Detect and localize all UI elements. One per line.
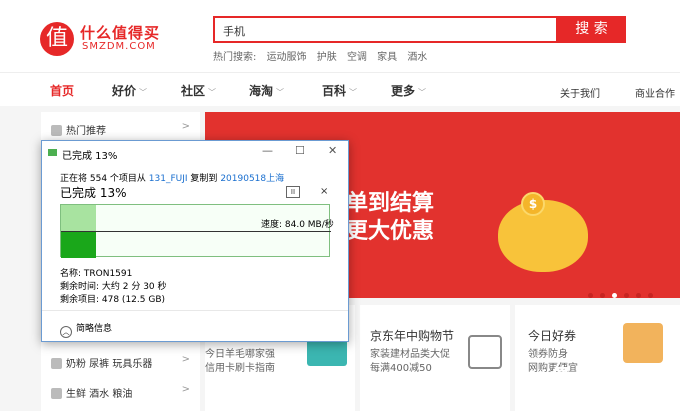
chevron-down-icon: ﹀	[418, 88, 427, 97]
category-icon	[51, 125, 62, 136]
time-remaining: 剩余时间: 大约 2 分 30 秒	[60, 282, 167, 292]
source-folder-link[interactable]: 131_FUJI	[149, 174, 188, 184]
hot-search-item[interactable]: 运动服饰	[267, 52, 307, 63]
brand-name[interactable]: 什么值得买	[80, 22, 160, 43]
hot-search-item[interactable]: 家具	[377, 52, 397, 63]
file-name: 名称: TRON1591	[60, 269, 133, 279]
watermark-text: 值 什么值得买	[552, 365, 660, 385]
nav-business[interactable]: 商业合作	[635, 85, 675, 100]
chevron-right-icon: >	[181, 121, 190, 132]
sink-icon	[468, 335, 502, 369]
chevron-down-icon: ﹀	[208, 88, 217, 97]
less-details-button[interactable]: ︿ 简略信息	[60, 321, 112, 338]
search-button[interactable]: 搜 索	[557, 16, 626, 43]
chevron-down-icon: ﹀	[349, 88, 358, 97]
chevron-right-icon: >	[181, 384, 190, 395]
chevron-down-icon: ﹀	[139, 88, 148, 97]
category-icon	[51, 358, 62, 369]
nav-item-community[interactable]: 社区 ﹀	[181, 82, 216, 99]
dest-folder-link[interactable]: 20190518上海	[220, 174, 284, 184]
chevron-down-icon: ﹀	[276, 88, 285, 97]
sidebar-item-hot[interactable]: 热门推荐 >	[41, 116, 200, 142]
divider	[42, 310, 348, 311]
card-line: 信用卡刷卡指南	[205, 363, 275, 374]
brand-domain: SMZDM.COM	[82, 41, 156, 52]
card-line: 每满400减50	[370, 363, 432, 374]
sidebar-item-baby[interactable]: 奶粉 尿裤 玩具乐器 >	[41, 349, 200, 375]
card-line: 家装建材品类大促	[370, 349, 450, 360]
carousel-dot[interactable]	[624, 293, 629, 298]
speed-readout: 速度: 84.0 MB/秒	[261, 220, 334, 230]
banner-headline: 单到结算 更大优惠	[346, 191, 435, 244]
progress-label: 已完成 13%	[60, 186, 127, 200]
items-remaining: 剩余项目: 478 (12.5 GB)	[60, 295, 166, 305]
site-header: 值 什么值得买 SMZDM.COM 手机 搜 索 热门搜索: 运动服饰 护肤 空…	[0, 0, 680, 72]
nav-about[interactable]: 关于我们	[560, 85, 600, 100]
nav-item-more[interactable]: 更多 ﹀	[391, 82, 426, 99]
category-icon	[51, 388, 62, 399]
hot-search-item[interactable]: 空调	[347, 52, 367, 63]
copy-summary: 正在将 554 个项目从 131_FUJI 复制到 20190518上海	[60, 174, 285, 184]
speed-line	[61, 231, 331, 232]
carousel-dot[interactable]	[648, 293, 653, 298]
transfer-speed-graph: 速度: 84.0 MB/秒	[60, 204, 334, 258]
hot-search-label: 热门搜索:	[213, 52, 257, 63]
nav-item-deals[interactable]: 好价 ﹀	[112, 82, 147, 99]
folder-icon	[48, 149, 57, 156]
hot-search-list: 热门搜索: 运动服饰 护肤 空调 家具 酒水	[213, 48, 434, 63]
piggy-bank-icon	[498, 200, 588, 272]
close-button[interactable]: ✕	[328, 144, 337, 157]
coin-icon: $	[521, 192, 545, 216]
carousel-dot[interactable]	[588, 293, 593, 298]
cancel-button[interactable]: ×	[320, 186, 328, 197]
watermark-domain: SMZDM.COM	[594, 387, 672, 401]
sidebar-item-food[interactable]: 生鲜 酒水 粮油 >	[41, 379, 200, 405]
card-line: 今日羊毛哪家强	[205, 349, 275, 360]
search-input[interactable]: 手机	[213, 16, 558, 43]
maximize-button[interactable]: ☐	[295, 144, 305, 157]
carousel-dot-active[interactable]	[612, 293, 617, 298]
file-copy-dialog: 已完成 13% — ☐ ✕ 正在将 554 个项目从 131_FUJI 复制到 …	[41, 140, 349, 342]
hot-search-item[interactable]: 护肤	[317, 52, 337, 63]
chevron-right-icon: >	[181, 354, 190, 365]
nav-item-overseas[interactable]: 海淘 ﹀	[249, 82, 284, 99]
nav-item-wiki[interactable]: 百科 ﹀	[322, 82, 357, 99]
nav-item-home[interactable]: 首页	[50, 82, 74, 99]
site-logo[interactable]: 值	[40, 22, 74, 56]
carousel-dot[interactable]	[600, 293, 605, 298]
card-title: 京东年中购物节	[370, 329, 455, 343]
gift-box-icon	[623, 323, 663, 363]
credit-card-icon	[307, 338, 347, 366]
chevron-up-icon: ︿	[60, 326, 72, 338]
minimize-button[interactable]: —	[262, 144, 273, 157]
pause-button[interactable]: II	[286, 186, 300, 198]
speed-history-fill	[61, 232, 96, 258]
card-title: 今日好券	[528, 329, 577, 343]
dialog-title: 已完成 13%	[62, 151, 118, 162]
promo-card-jd[interactable]: 京东年中购物节 家装建材品类大促 每满400减50	[360, 305, 510, 411]
main-nav: 首页 好价 ﹀ 社区 ﹀ 海淘 ﹀ 百科 ﹀ 更多 ﹀ 关于我们 商业合作	[0, 72, 680, 106]
carousel-dot[interactable]	[636, 293, 641, 298]
carousel-dots[interactable]	[588, 283, 660, 302]
hot-search-item[interactable]: 酒水	[407, 52, 427, 63]
